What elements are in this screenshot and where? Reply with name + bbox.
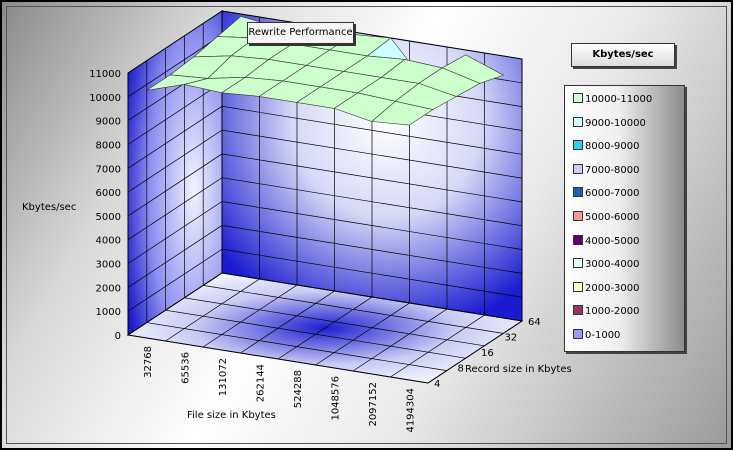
chart-title: Rewrite Performance	[247, 22, 354, 44]
y-tick-label: 3000	[96, 260, 121, 271]
legend: 10000-11000 9000-10000 8000-9000 7000-8000 6…	[564, 85, 685, 352]
z-tick-label: 32	[505, 333, 518, 344]
legend-swatch	[573, 329, 583, 339]
y-tick-label: 11000	[89, 69, 121, 80]
legend-label: 7000-8000	[585, 164, 640, 176]
legend-title: Kbytes/sec	[571, 43, 675, 67]
y-tick-label: 4000	[96, 236, 121, 247]
y-tick-label: 2000	[96, 283, 121, 294]
x-tick-label: 131072	[218, 358, 229, 396]
legend-item: 8000-9000	[573, 140, 640, 154]
x-tick-label: 524288	[293, 370, 304, 408]
y-tick-label: 9000	[96, 117, 121, 128]
z-tick-label: 4	[434, 379, 440, 390]
y-tick-label: 10000	[89, 93, 121, 104]
legend-label: 4000-5000	[585, 235, 640, 247]
legend-item: 10000-11000	[573, 93, 652, 107]
y-tick-label: 8000	[96, 140, 121, 151]
y-tick-label: 1000	[96, 307, 121, 318]
z-tick-label: 16	[481, 348, 494, 359]
z-tick-label: 64	[528, 317, 541, 328]
y-tick-label: 6000	[96, 188, 121, 199]
legend-swatch	[573, 163, 583, 174]
legend-label: 8000-9000	[585, 141, 640, 153]
legend-swatch	[573, 93, 583, 103]
legend-item: 2000-3000	[573, 281, 640, 296]
legend-swatch	[573, 281, 583, 292]
legend-item: 9000-10000	[573, 116, 646, 131]
z-tick-label: 8	[458, 364, 464, 375]
legend-swatch	[573, 305, 583, 316]
legend-item: 6000-7000	[573, 187, 640, 201]
legend-label: 2000-3000	[585, 282, 640, 294]
legend-item: 4000-5000	[573, 234, 640, 249]
y-tick-labels: 0 1000 2000 3000 4000 5000 6000 7000 8000 9000 100…	[89, 69, 121, 342]
legend-label: 1000-2000	[585, 306, 640, 318]
legend-swatch	[573, 258, 583, 269]
legend-label: 9000-10000	[585, 117, 646, 129]
x-tick-label: 4194304	[405, 388, 416, 433]
x-tick-label: 65536	[180, 352, 191, 384]
legend-item: 3000-4000	[573, 258, 640, 272]
y-tick-label: 0	[115, 331, 121, 342]
legend-swatch	[573, 211, 583, 221]
y-tick-label: 7000	[96, 164, 121, 175]
legend-item: 0-1000	[573, 329, 620, 343]
x-tick-label: 1048576	[330, 376, 341, 421]
x-tick-label: 2097152	[368, 382, 379, 427]
legend-item: 5000-6000	[573, 211, 640, 225]
legend-label: 5000-6000	[585, 212, 640, 223]
z-axis-label: Record size in Kbytes	[465, 364, 572, 375]
legend-label: 6000-7000	[585, 188, 640, 200]
legend-swatch	[573, 116, 583, 127]
x-tick-label: 32768	[143, 346, 154, 378]
legend-item: 7000-8000	[573, 163, 640, 178]
x-tick-label: 262144	[255, 364, 266, 402]
legend-label: 0-1000	[585, 330, 621, 341]
x-axis-label: File size in Kbytes	[187, 410, 276, 421]
legend-label: 10000-11000	[585, 94, 653, 105]
legend-item: 1000-2000	[573, 305, 640, 319]
legend-swatch	[573, 187, 583, 198]
legend-swatch	[573, 234, 583, 245]
legend-label: 3000-4000	[585, 259, 640, 271]
legend-swatch	[573, 140, 583, 151]
y-axis-label: Kbytes/sec	[22, 202, 77, 213]
y-tick-label: 5000	[96, 212, 121, 223]
